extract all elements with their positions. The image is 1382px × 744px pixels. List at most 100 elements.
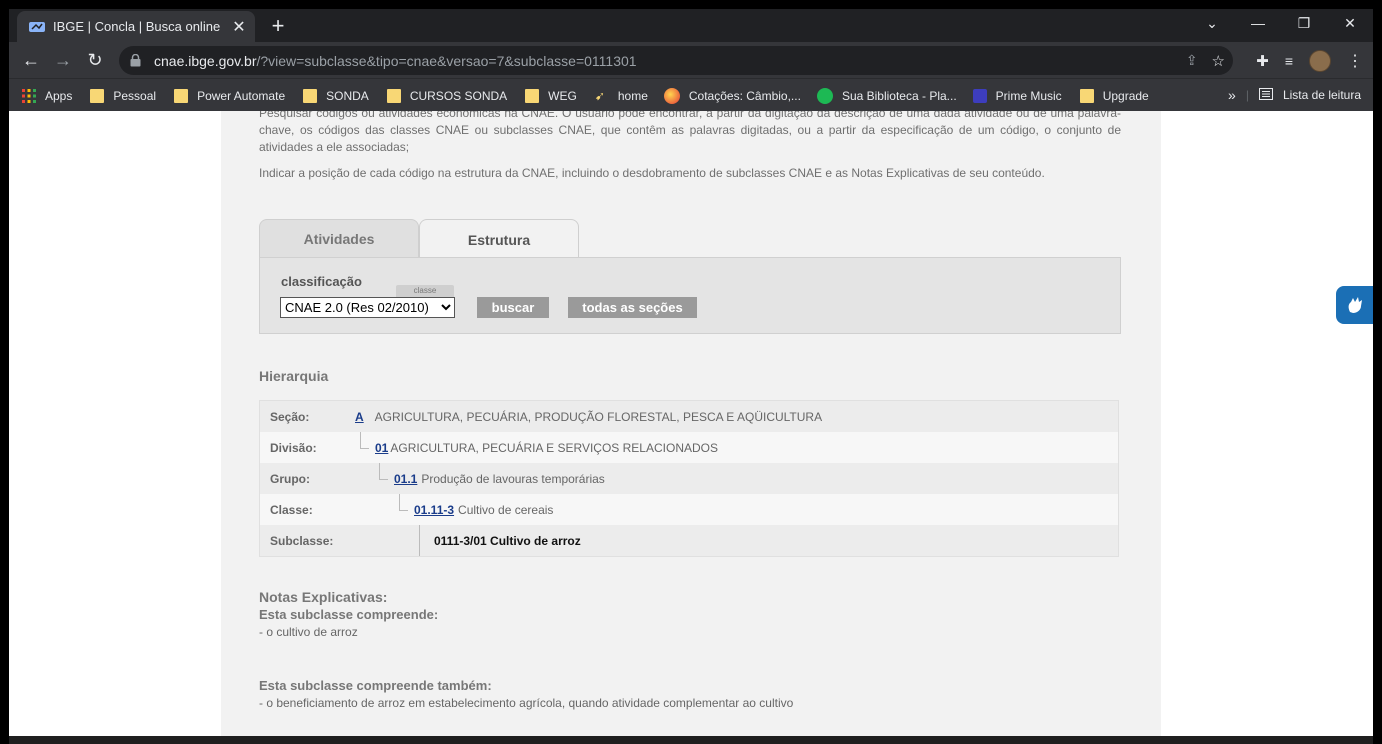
back-arrow-icon[interactable]: ←: [15, 50, 47, 71]
prime-music-icon: [972, 88, 987, 103]
row-key: Seção:: [270, 409, 310, 424]
bookmark-label: home: [617, 88, 648, 103]
window-close-icon[interactable]: ✕: [1327, 9, 1373, 37]
bookmark-apps[interactable]: Apps: [22, 88, 72, 103]
row-value: 01 AGRICULTURA, PECUÁRIA E SERVIÇOS RELA…: [375, 441, 718, 455]
vlibras-accessibility-icon[interactable]: [1336, 286, 1373, 324]
intro-paragraph-1: Pesquisar códigos ou atividades econômic…: [259, 111, 1121, 154]
secao-description: AGRICULTURA, PECUÁRIA, PRODUÇÃO FLORESTA…: [374, 409, 823, 424]
row-value: 01.1 Produção de lavouras temporárias: [394, 472, 605, 486]
classificacao-select[interactable]: CNAE 2.0 (Res 02/2010): [280, 297, 455, 318]
row-key: Divisão:: [270, 440, 317, 455]
intro-paragraph-2: Indicar a posição de cada código na estr…: [259, 166, 1045, 180]
hierarchy-title: Hierarquia: [259, 368, 329, 384]
compreende-title: Esta subclasse compreende:: [259, 607, 439, 622]
classificacao-label: classificação: [281, 274, 362, 289]
bookmark-label: Upgrade: [1102, 88, 1149, 103]
bookmark-label: Sua Biblioteca - Pla...: [841, 88, 957, 103]
profile-avatar[interactable]: [1309, 50, 1331, 72]
browser-tab[interactable]: IBGE | Concla | Busca online ✕: [17, 11, 255, 42]
classe-tag: classe: [396, 285, 454, 297]
bookmark-power-automate[interactable]: Power Automate: [174, 88, 285, 103]
notas-explicativas-title: Notas Explicativas:: [259, 589, 388, 605]
tab-atividades[interactable]: Atividades: [259, 219, 419, 258]
omnibox-actions: ⇪ ☆: [1186, 52, 1225, 70]
new-tab-button[interactable]: +: [267, 13, 289, 39]
hierarchy-row-classe: Classe: 01.11-3 Cultivo de cereais: [260, 494, 1118, 525]
compreende-tambem-item: - o beneficiamento de arroz em estabelec…: [259, 696, 794, 710]
tab-estrutura[interactable]: Estrutura: [419, 219, 579, 259]
tab-strip: IBGE | Concla | Busca online ✕ + ⌄ — ❐ ✕: [9, 9, 1373, 42]
window-controls: ⌄ — ❐ ✕: [1189, 9, 1373, 37]
row-key: Classe:: [270, 502, 313, 517]
bookmark-weg[interactable]: WEG: [525, 88, 577, 103]
bookmark-cursos-sonda[interactable]: CURSOS SONDA: [386, 88, 508, 103]
menu-kebab-icon[interactable]: ⋮: [1347, 51, 1363, 71]
more-bookmarks-button[interactable]: »: [1228, 87, 1236, 103]
compreende-tambem-title: Esta subclasse compreende também:: [259, 678, 492, 693]
reading-list-icon[interactable]: [1258, 87, 1273, 103]
hierarchy-row-grupo: Grupo: 01.1 Produção de lavouras temporá…: [260, 463, 1118, 494]
bookmark-label: WEG: [548, 88, 577, 103]
bookmarks-bar: Apps Pessoal Power Automate SONDA CURSOS…: [9, 78, 1373, 112]
secao-code-link[interactable]: A: [355, 410, 364, 424]
hierarchy-table: Seção: A AGRICULTURA, PECUÁRIA, PRODUÇÃO…: [259, 400, 1119, 557]
folder-icon: [525, 88, 540, 103]
folder-icon: [90, 88, 105, 103]
share-icon[interactable]: ⇪: [1186, 52, 1198, 70]
bookmark-label: CURSOS SONDA: [409, 88, 508, 103]
folder-icon: [174, 88, 189, 103]
bookmark-sonda[interactable]: SONDA: [303, 88, 369, 103]
bookmark-cotacoes[interactable]: Cotações: Câmbio,...: [663, 87, 801, 104]
url-path: /?view=subclasse&tipo=cnae&versao=7&subc…: [256, 52, 637, 69]
row-key: Grupo:: [270, 471, 310, 486]
lock-icon[interactable]: [130, 54, 144, 67]
restore-icon[interactable]: ❐: [1281, 9, 1327, 37]
divisao-code-link[interactable]: 01: [375, 441, 388, 455]
address-bar[interactable]: cnae.ibge.gov.br/?view=subclasse&tipo=cn…: [119, 46, 1233, 75]
extensions-puzzle-icon[interactable]: ✚: [1256, 52, 1269, 70]
tab-title: IBGE | Concla | Busca online: [53, 19, 221, 34]
classe-description: Cultivo de cereais: [458, 502, 554, 517]
minimize-icon[interactable]: —: [1235, 9, 1281, 37]
url-host: cnae.ibge.gov.br: [154, 52, 257, 69]
divider: |: [1245, 88, 1249, 102]
folder-icon: [1079, 88, 1094, 103]
search-panel: classificação classe CNAE 2.0 (Res 02/20…: [259, 257, 1121, 334]
tab-close-icon[interactable]: ✕: [229, 17, 249, 37]
apps-grid-icon: [22, 88, 36, 103]
hierarchy-row-divisao: Divisão: 01 AGRICULTURA, PECUÁRIA E SERV…: [260, 432, 1118, 463]
classe-code-link[interactable]: 01.11-3: [414, 503, 454, 517]
todas-secoes-button[interactable]: todas as seções: [568, 297, 697, 318]
bookmark-label: Pessoal: [113, 88, 157, 103]
bookmark-sua-biblioteca[interactable]: Sua Biblioteca - Pla...: [816, 87, 957, 104]
grupo-description: Produção de lavouras temporárias: [421, 471, 605, 486]
hierarchy-row-secao: Seção: A AGRICULTURA, PECUÁRIA, PRODUÇÃO…: [260, 401, 1118, 432]
tree-connector: [419, 525, 428, 556]
reload-icon[interactable]: ↻: [79, 50, 111, 71]
grupo-code-link[interactable]: 01.1: [394, 472, 417, 486]
reading-list-label[interactable]: Lista de leitura: [1283, 88, 1361, 102]
bookmark-prime-music[interactable]: Prime Music: [972, 88, 1062, 103]
bookmark-upgrade[interactable]: Upgrade: [1079, 88, 1149, 103]
media-queue-icon[interactable]: ≡: [1285, 53, 1293, 69]
forward-arrow-icon[interactable]: →: [47, 50, 79, 71]
subclasse-value: 0111-3/01 Cultivo de arroz: [434, 533, 581, 548]
buscar-button[interactable]: buscar: [477, 297, 549, 318]
bookmark-star-icon[interactable]: ☆: [1212, 52, 1225, 70]
bookmark-label: Prime Music: [995, 88, 1062, 103]
divisao-description: AGRICULTURA, PECUÁRIA E SERVIÇOS RELACIO…: [390, 440, 718, 455]
row-key: Subclasse:: [270, 533, 334, 548]
browser-chrome: IBGE | Concla | Busca online ✕ + ⌄ — ❐ ✕…: [9, 9, 1373, 112]
browser-toolbar: ← → ↻ cnae.ibge.gov.br/?view=subclasse&t…: [9, 42, 1373, 78]
os-taskbar: [9, 736, 1373, 744]
globe-icon: [663, 87, 680, 104]
page-viewport: Pesquisar códigos ou atividades econômic…: [9, 111, 1373, 736]
tab-search-icon[interactable]: ⌄: [1189, 9, 1235, 37]
bookmark-label: Cotações: Câmbio,...: [688, 88, 801, 103]
bookmark-home[interactable]: ➹ home: [595, 89, 648, 103]
bookmark-pessoal[interactable]: Pessoal: [90, 88, 157, 103]
folder-icon: [386, 88, 401, 103]
hierarchy-row-subclasse: Subclasse: 0111-3/01 Cultivo de arroz: [260, 525, 1118, 556]
tree-connector: [379, 463, 388, 480]
